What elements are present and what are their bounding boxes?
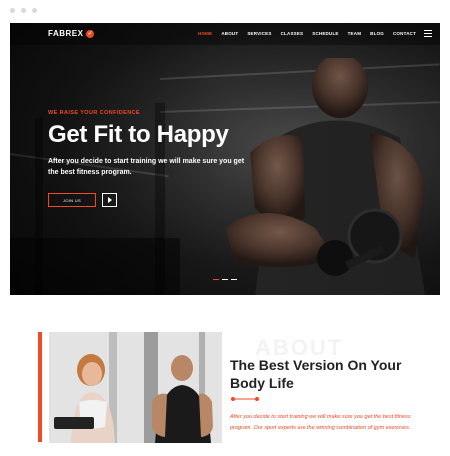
about-title: The Best Version On Your Body Life: [230, 357, 402, 391]
divider-icon: [231, 397, 259, 401]
play-icon: [107, 197, 112, 203]
nav-item-team[interactable]: TEAM: [348, 31, 362, 36]
brand-mark-icon: ✓: [86, 29, 95, 38]
slider-pagination: [213, 279, 237, 280]
hero-actions: JOIN US: [48, 193, 117, 207]
hero-tagline: WE RAISE YOUR CONFIDENCE: [48, 110, 141, 116]
slider-dot[interactable]: [222, 279, 228, 280]
nav-item-classes[interactable]: CLASSES: [281, 31, 304, 36]
brand-name: FABREX: [48, 29, 84, 38]
about-photo: [49, 332, 222, 443]
top-navigation: FABREX ✓ HOME ABOUT SERVICES CLASSES SCH…: [10, 23, 440, 45]
play-video-button[interactable]: [102, 193, 117, 207]
hero-content: WE RAISE YOUR CONFIDENCE Get Fit to Happ…: [48, 110, 268, 178]
window-dot: [21, 8, 26, 13]
about-description: After you decide to start training we wi…: [230, 414, 411, 431]
hero-section: FABREX ✓ HOME ABOUT SERVICES CLASSES SCH…: [10, 23, 440, 295]
window-dot: [32, 8, 37, 13]
slider-dot[interactable]: [213, 279, 219, 280]
join-us-button[interactable]: JOIN US: [48, 193, 96, 207]
nav-item-contact[interactable]: CONTACT: [393, 31, 416, 36]
window-dot: [10, 8, 15, 13]
browser-window-controls: [10, 8, 37, 13]
nav-item-services[interactable]: SERVICES: [247, 31, 271, 36]
main-menu: HOME ABOUT SERVICES CLASSES SCHEDULE TEA…: [198, 31, 416, 36]
nav-item-home[interactable]: HOME: [198, 31, 212, 36]
nav-item-schedule[interactable]: SCHEDULE: [312, 31, 338, 36]
accent-bar: [38, 332, 42, 442]
brand-logo[interactable]: FABREX ✓: [48, 29, 95, 38]
about-section: ABOUT The Best Version On Your Body Life…: [0, 295, 450, 456]
hero-headline: Get Fit to Happy: [48, 121, 229, 148]
trainers-image: [49, 332, 222, 443]
hamburger-menu-icon[interactable]: [424, 30, 432, 39]
nav-item-about[interactable]: ABOUT: [221, 31, 238, 36]
nav-item-blog[interactable]: BLOG: [370, 31, 384, 36]
slider-dot[interactable]: [231, 279, 237, 280]
hero-subtext: After you decide to start training we wi…: [48, 158, 245, 176]
